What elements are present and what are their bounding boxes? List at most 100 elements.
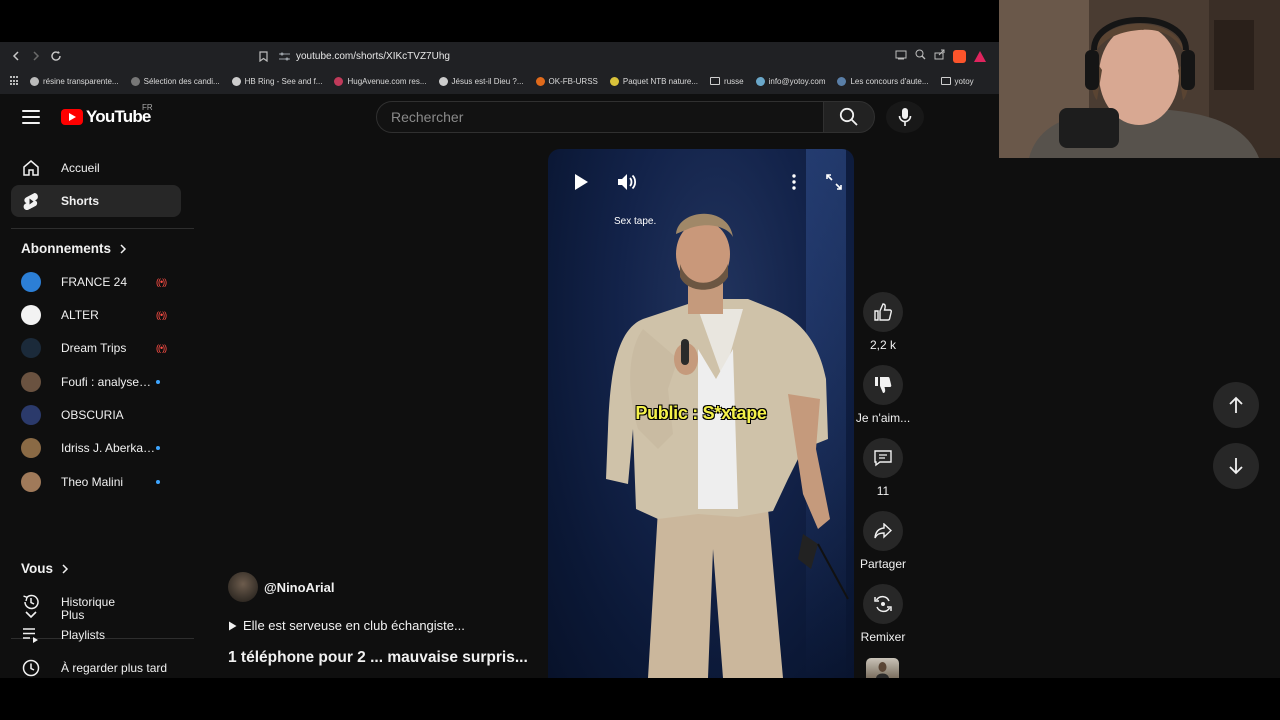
bookmark-label: Paquet NTB nature... <box>622 76 699 86</box>
zoom-icon[interactable] <box>915 49 926 63</box>
share-action[interactable]: Partager <box>856 511 910 571</box>
new-content-dot <box>156 480 160 484</box>
screen-cast-icon[interactable] <box>895 50 907 63</box>
shorts-video-player[interactable]: Sex tape. Public : S*xtape <box>548 149 854 678</box>
sidebar-subscription-item[interactable]: Idriss J. Aberkane <box>11 432 181 464</box>
channel-avatar <box>21 305 41 325</box>
more-options-button[interactable] <box>779 167 809 197</box>
bookmark-item[interactable]: OK-FB-URSS <box>535 76 598 86</box>
sidebar-item-history[interactable]: Historique <box>11 586 181 618</box>
sidebar-subscription-item[interactable]: Theo Malini <box>11 466 181 498</box>
fullscreen-button[interactable] <box>819 167 849 197</box>
country-code: FR <box>142 103 153 112</box>
remix-icon <box>874 595 892 613</box>
sidebar-item-label: OBSCURIA <box>61 408 124 422</box>
volume-button[interactable] <box>612 167 642 197</box>
video-title[interactable]: 1 téléphone pour 2 ... mauvaise surpris.… <box>228 649 538 667</box>
sidebar-item-home[interactable]: Accueil <box>11 152 181 184</box>
menu-icon[interactable] <box>22 110 40 124</box>
avatar <box>21 272 41 292</box>
player-controls <box>548 149 854 209</box>
comments-count: 11 <box>876 484 890 498</box>
favicon-icon <box>130 76 140 86</box>
sidebar-item-shorts[interactable]: Shorts <box>11 185 181 217</box>
youtube-play-logo-icon <box>61 109 83 125</box>
share-page-icon[interactable] <box>934 49 945 63</box>
brave-rewards-icon[interactable] <box>974 50 986 62</box>
sidebar-subscription-item[interactable]: Foufi : analyses ... <box>11 366 181 398</box>
sidebar: Accueil Shorts Abonnements FRANCE 24 ((•)… <box>0 140 194 678</box>
thumbs-down-icon <box>875 377 892 393</box>
sidebar-subscription-item[interactable]: OBSCURIA <box>11 399 181 431</box>
divider <box>11 228 194 229</box>
dislike-action[interactable]: Je n'aim... <box>856 365 910 425</box>
bookmark-item[interactable]: HB Ring - See and f... <box>231 76 322 86</box>
sound-thumbnail-image <box>876 662 889 678</box>
remix-action[interactable]: Remixer <box>856 584 910 644</box>
share-icon <box>874 523 892 539</box>
folder-icon <box>710 77 721 85</box>
video-description[interactable]: Elle est serveuse en club échangiste... <box>228 618 538 633</box>
reload-button[interactable] <box>46 46 66 66</box>
caption-top: Sex tape. <box>614 216 657 227</box>
bookmark-item[interactable]: HugAvenue.com res... <box>334 76 427 86</box>
bookmark-item[interactable]: info@yotoy.com <box>755 76 826 86</box>
comments-action[interactable]: 11 <box>856 438 910 498</box>
remix-button[interactable] <box>863 584 903 624</box>
like-button[interactable] <box>863 292 903 332</box>
video-info: @NinoArial Elle est serveuse en club éch… <box>228 572 538 667</box>
comments-button[interactable] <box>863 438 903 478</box>
next-short-button[interactable] <box>1213 443 1259 489</box>
brave-shield-icon[interactable] <box>953 49 966 63</box>
bookmark-item[interactable]: yotoy <box>940 76 974 86</box>
sidebar-item-playlists[interactable]: Playlists <box>11 619 181 651</box>
previous-short-button[interactable] <box>1213 382 1259 428</box>
you-header[interactable]: Vous <box>21 561 69 576</box>
channel-name[interactable]: @NinoArial <box>264 580 334 595</box>
play-icon <box>575 174 588 190</box>
bookmark-item[interactable]: Paquet NTB nature... <box>609 76 699 86</box>
live-indicator-icon: ((•)) <box>156 310 167 320</box>
sound-thumbnail[interactable] <box>866 658 899 678</box>
voice-search-button[interactable] <box>886 101 924 133</box>
sidebar-item-label: Idriss J. Aberkane <box>61 441 156 455</box>
address-bar[interactable]: youtube.com/shorts/XIKcTVZ7Uhg <box>254 45 994 67</box>
sidebar-item-watch-later[interactable]: À regarder plus tard <box>11 652 181 678</box>
share-button[interactable] <box>863 511 903 551</box>
comment-icon <box>874 450 892 467</box>
bookmark-label: Les concours d'aute... <box>850 76 929 86</box>
channel-avatar[interactable] <box>228 572 258 602</box>
microphone-icon <box>898 108 912 126</box>
search-input[interactable]: Rechercher <box>376 101 824 133</box>
new-content-dot <box>156 380 160 384</box>
youtube-page: YouTube FR Rechercher Accueil Shorts Abo… <box>0 94 1280 678</box>
forward-button[interactable] <box>26 46 46 66</box>
play-button[interactable] <box>566 167 596 197</box>
bookmark-item[interactable]: russe <box>710 77 744 86</box>
dislike-button[interactable] <box>863 365 903 405</box>
bookmark-item[interactable]: résine transparente... <box>30 76 119 86</box>
bookmark-label: info@yotoy.com <box>768 76 826 86</box>
sidebar-subscription-item[interactable]: Dream Trips ((•)) <box>11 332 181 364</box>
sidebar-subscription-item[interactable]: FRANCE 24 ((•)) <box>11 266 181 298</box>
sidebar-subscription-item[interactable]: ALTER ((•)) <box>11 299 181 331</box>
back-button[interactable] <box>6 46 26 66</box>
letterbox-bottom <box>0 678 1280 720</box>
apps-grid-icon[interactable] <box>10 76 20 86</box>
bookmark-label: yotoy <box>954 76 974 86</box>
you-header-label: Vous <box>21 561 54 576</box>
bookmark-item[interactable]: Sélection des candi... <box>130 76 220 86</box>
search-button[interactable] <box>823 101 875 133</box>
new-content-dot <box>156 446 160 450</box>
bookmark-label: Sélection des candi... <box>143 76 220 86</box>
bookmark-item[interactable]: Les concours d'aute... <box>837 76 929 86</box>
youtube-logo[interactable]: YouTube FR <box>61 103 153 127</box>
url-text[interactable]: youtube.com/shorts/XIKcTVZ7Uhg <box>296 51 895 62</box>
site-info-icon[interactable] <box>272 52 296 61</box>
bookmark-item[interactable]: Jésus est-il Dieu ?... <box>438 76 524 86</box>
subscriptions-header[interactable]: Abonnements <box>21 241 127 256</box>
bookmark-label: HugAvenue.com res... <box>347 76 427 86</box>
favicon-icon <box>438 76 448 86</box>
like-action[interactable]: 2,2 k <box>856 292 910 352</box>
bookmark-icon[interactable] <box>254 50 272 62</box>
